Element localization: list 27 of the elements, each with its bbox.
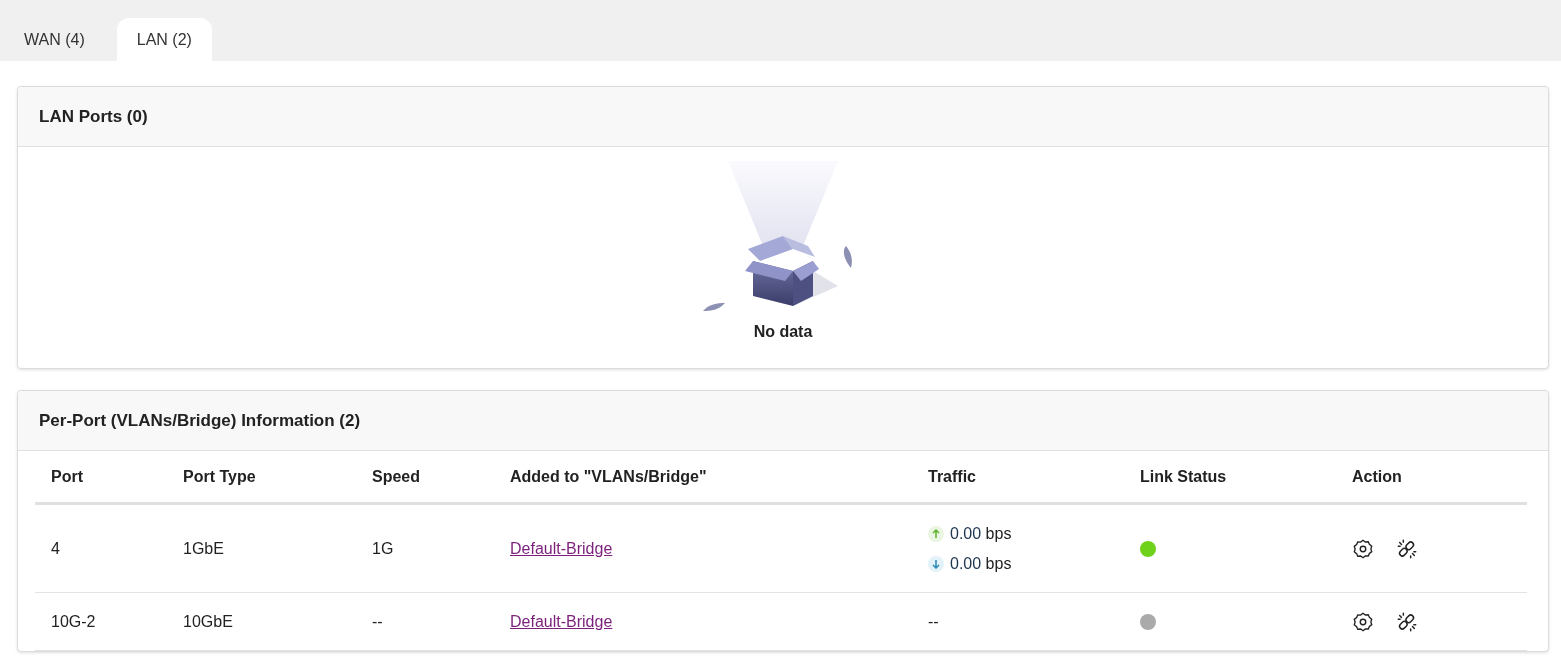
unlink-icon[interactable] bbox=[1396, 610, 1418, 633]
unlink-icon[interactable] bbox=[1396, 537, 1418, 560]
column-header: Traffic bbox=[912, 451, 1124, 504]
settings-icon[interactable] bbox=[1352, 537, 1374, 560]
port-cell: 4 bbox=[51, 539, 60, 557]
card-title: Per-Port (VLANs/Bridge) Information (2) bbox=[39, 410, 361, 431]
empty-state-text: No data bbox=[753, 323, 813, 341]
speed-cell: 1G bbox=[372, 539, 394, 557]
column-header: Port Type bbox=[167, 451, 356, 504]
traffic-cell: -- bbox=[928, 612, 939, 630]
column-header: Port bbox=[35, 451, 167, 504]
settings-icon[interactable] bbox=[1352, 610, 1374, 633]
port-type-cell: 10GbE bbox=[183, 612, 233, 630]
bridge-link[interactable]: Default-Bridge bbox=[510, 539, 613, 557]
traffic-rate: 0.00 bps bbox=[950, 554, 1012, 573]
column-header: Speed bbox=[356, 451, 494, 504]
column-header: Action bbox=[1336, 451, 1527, 504]
speed-cell: -- bbox=[372, 612, 383, 630]
port-type-cell: 1GbE bbox=[183, 539, 224, 557]
tab[interactable]: LAN (2) bbox=[116, 18, 212, 61]
card-title: LAN Ports (0) bbox=[39, 106, 148, 127]
column-header: Added to "VLANs/Bridge" bbox=[494, 451, 912, 504]
traffic-rate: 0.00 bps bbox=[950, 524, 1012, 543]
tab[interactable]: WAN (4) bbox=[4, 18, 105, 61]
port-cell: 10G-2 bbox=[51, 612, 96, 630]
column-header: Link Status bbox=[1124, 451, 1336, 504]
bridge-link[interactable]: Default-Bridge bbox=[510, 612, 613, 630]
